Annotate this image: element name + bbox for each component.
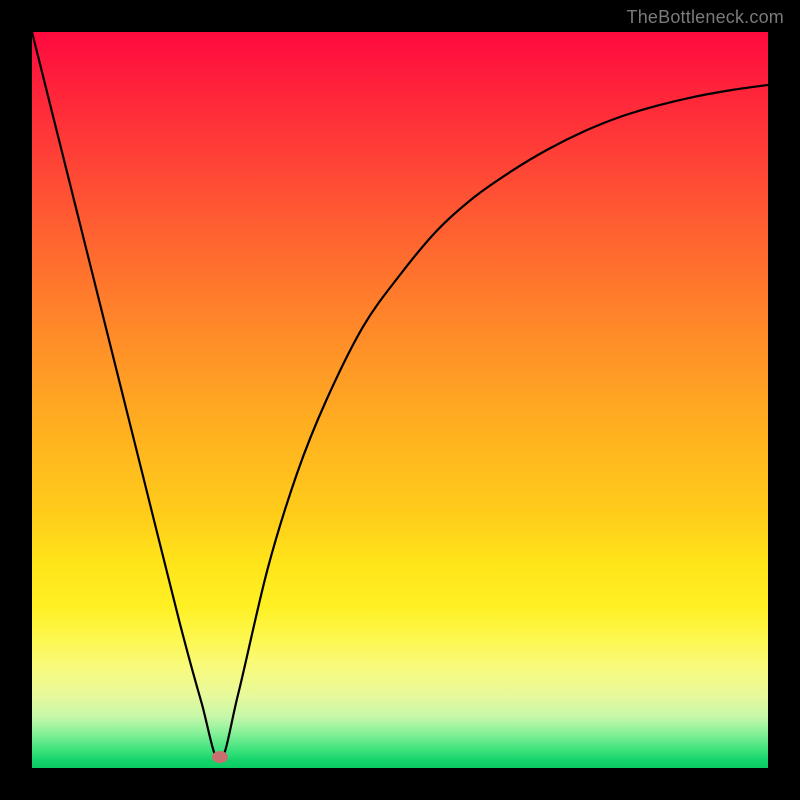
bottleneck-curve [32, 32, 768, 768]
watermark-text: TheBottleneck.com [627, 7, 784, 28]
optimal-point-marker [212, 751, 228, 763]
plot-area [32, 32, 768, 768]
chart-frame: TheBottleneck.com [0, 0, 800, 800]
